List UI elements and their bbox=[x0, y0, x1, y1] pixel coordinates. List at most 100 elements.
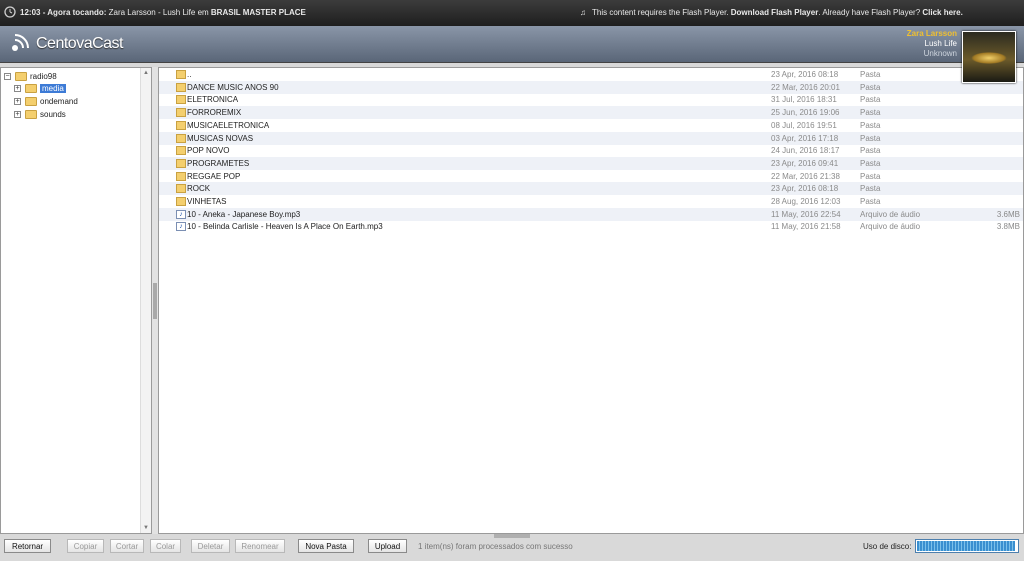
folder-icon bbox=[176, 95, 186, 105]
album-cover bbox=[962, 31, 1016, 83]
file-type: Pasta bbox=[860, 197, 881, 206]
folder-tree[interactable]: − radio98 + media + ondemand + sounds ▲ … bbox=[0, 67, 152, 534]
file-row[interactable]: POP NOVO 24 Jun, 2016 18:17 Pasta bbox=[159, 144, 1023, 157]
expand-icon[interactable]: + bbox=[14, 84, 21, 92]
colar-button[interactable]: Colar bbox=[150, 539, 181, 553]
music-note-icon: ♫ bbox=[580, 8, 586, 17]
file-row[interactable]: FORROREMIX 25 Jun, 2016 19:06 Pasta bbox=[159, 106, 1023, 120]
file-name: 10 - Belinda Carlisle - Heaven Is A Plac… bbox=[187, 222, 383, 232]
click-here-link[interactable]: Click here. bbox=[922, 8, 962, 17]
tree-root-label[interactable]: radio98 bbox=[30, 72, 57, 81]
app-header: CentovaCast Zara Larsson Lush Life Unkno… bbox=[0, 26, 1024, 83]
flash-requirement-text: This content requires the Flash Player. bbox=[592, 8, 731, 17]
nova-pasta-button[interactable]: Nova Pasta bbox=[298, 539, 354, 553]
expand-icon[interactable]: + bbox=[14, 110, 21, 118]
file-row[interactable]: PROGRAMETES 23 Apr, 2016 09:41 Pasta bbox=[159, 156, 1023, 170]
deletar-button[interactable]: Deletar bbox=[191, 539, 230, 553]
expand-icon[interactable]: + bbox=[14, 97, 21, 105]
scroll-up-icon[interactable]: ▲ bbox=[143, 70, 149, 76]
file-date: 23 Apr, 2016 08:18 bbox=[771, 70, 839, 79]
folder-icon bbox=[176, 82, 186, 92]
upload-button[interactable]: Upload bbox=[368, 539, 407, 553]
tree-item-label[interactable]: sounds bbox=[40, 110, 66, 119]
tree-item-label[interactable]: media bbox=[40, 83, 66, 93]
folder-icon bbox=[25, 96, 37, 106]
download-flash-link[interactable]: Download Flash Player bbox=[731, 8, 819, 17]
now-playing-label: - Agora tocando: bbox=[40, 8, 109, 17]
file-list[interactable]: .. 23 Apr, 2016 08:18 Pasta DANCE MUSIC ANO… bbox=[158, 67, 1024, 534]
file-row[interactable]: ♪ 10 - Aneka - Japanese Boy.mp3 11 May, 20… bbox=[159, 207, 1023, 221]
file-row[interactable]: VINHETAS 28 Aug, 2016 12:03 Pasta bbox=[159, 195, 1023, 208]
file-type: Pasta bbox=[860, 82, 881, 92]
tree-scrollbar[interactable]: ▲ ▼ bbox=[140, 68, 151, 533]
file-date: 25 Jun, 2016 19:06 bbox=[771, 108, 840, 118]
file-row[interactable]: DANCE MUSIC ANOS 90 22 Mar, 2016 20:01 Pas… bbox=[159, 80, 1023, 94]
file-type: Pasta bbox=[860, 108, 881, 118]
renomear-button[interactable]: Renomear bbox=[235, 539, 285, 553]
folder-icon bbox=[176, 158, 186, 168]
cortar-button[interactable]: Cortar bbox=[110, 539, 144, 553]
status-message: 1 item(ns) foram processados com sucesso bbox=[418, 542, 573, 551]
bottom-toolbar: Retornar Copiar Cortar Colar Deletar Ren… bbox=[0, 538, 1024, 561]
now-playing-text: 12:03 - Agora tocando: Zara Larsson - Lu… bbox=[20, 8, 306, 17]
station-name: BRASIL MASTER PLACE bbox=[210, 8, 306, 17]
collapse-icon[interactable]: − bbox=[4, 72, 11, 80]
now-playing-bar: 12:03 - Agora tocando: Zara Larsson - Lu… bbox=[0, 0, 1024, 26]
file-row[interactable]: ROCK 23 Apr, 2016 08:18 Pasta bbox=[159, 182, 1023, 196]
file-type: Arquivo de áudio bbox=[860, 209, 921, 219]
file-type: Pasta bbox=[860, 184, 881, 194]
file-type: Pasta bbox=[860, 70, 881, 79]
brand-name: CentovaCast bbox=[36, 35, 124, 52]
folder-icon bbox=[176, 197, 186, 206]
current-song: Zara Larsson - Lush Life bbox=[108, 8, 196, 17]
tree-item-sounds[interactable]: + sounds bbox=[14, 108, 66, 120]
file-name: FORROREMIX bbox=[187, 108, 242, 118]
file-size: 3.6MB bbox=[996, 209, 1020, 219]
file-name: REGGAE POP bbox=[187, 171, 241, 181]
tree-item-media[interactable]: + media bbox=[14, 82, 66, 94]
copiar-button[interactable]: Copiar bbox=[67, 539, 104, 553]
file-name: DANCE MUSIC ANOS 90 bbox=[187, 82, 279, 92]
file-row[interactable]: MUSICAELETRONICA 08 Jul, 2016 19:51 Pasta bbox=[159, 119, 1023, 132]
file-name: VINHETAS bbox=[187, 197, 227, 206]
folder-icon bbox=[176, 108, 186, 118]
folder-icon bbox=[176, 133, 186, 143]
splitter-grip[interactable] bbox=[153, 283, 157, 319]
tree-item-label[interactable]: ondemand bbox=[40, 97, 78, 106]
file-type: Pasta bbox=[860, 133, 881, 143]
folder-icon bbox=[25, 109, 37, 119]
tree-root[interactable]: − radio98 bbox=[4, 70, 57, 82]
song-album: Unknown bbox=[923, 49, 957, 58]
audio-file-icon: ♪ bbox=[176, 222, 186, 232]
em-label: em bbox=[195, 8, 211, 17]
folder-icon bbox=[25, 83, 37, 93]
file-date: 11 May, 2016 22:54 bbox=[771, 209, 841, 219]
centovacast-logo: CentovaCast bbox=[6, 30, 124, 58]
retornar-button[interactable]: Retornar bbox=[4, 539, 51, 553]
disk-usage-fill bbox=[917, 541, 1015, 551]
file-name: MUSICAS NOVAS bbox=[187, 133, 254, 143]
file-row[interactable]: MUSICAS NOVAS 03 Apr, 2016 17:18 Pasta bbox=[159, 131, 1023, 145]
file-name: ELETRONICA bbox=[187, 95, 239, 105]
file-row[interactable]: REGGAE POP 22 Mar, 2016 21:38 Pasta bbox=[159, 170, 1023, 183]
file-row[interactable]: ELETRONICA 31 Jul, 2016 18:31 Pasta bbox=[159, 93, 1023, 106]
tree-item-ondemand[interactable]: + ondemand bbox=[14, 95, 78, 107]
folder-icon bbox=[176, 146, 186, 156]
file-date: 23 Apr, 2016 08:18 bbox=[771, 184, 839, 194]
audio-file-icon: ♪ bbox=[176, 209, 186, 219]
file-date: 08 Jul, 2016 19:51 bbox=[771, 120, 837, 130]
current-time: 12:03 bbox=[20, 8, 41, 17]
cover-art-image bbox=[971, 52, 1007, 64]
file-type: Arquivo de áudio bbox=[860, 222, 921, 232]
file-date: 22 Mar, 2016 21:38 bbox=[771, 171, 840, 181]
file-type: Pasta bbox=[860, 146, 881, 156]
file-date: 23 Apr, 2016 09:41 bbox=[771, 158, 839, 168]
file-date: 31 Jul, 2016 18:31 bbox=[771, 95, 837, 105]
file-row[interactable]: .. 23 Apr, 2016 08:18 Pasta bbox=[159, 68, 1023, 81]
clock-icon bbox=[4, 6, 16, 18]
file-date: 22 Mar, 2016 20:01 bbox=[771, 82, 840, 92]
file-type: Pasta bbox=[860, 158, 881, 168]
file-row[interactable]: ♪ 10 - Belinda Carlisle - Heaven Is A Pla… bbox=[159, 220, 1023, 233]
file-size: 3.8MB bbox=[996, 222, 1020, 232]
scroll-down-icon[interactable]: ▼ bbox=[143, 525, 149, 531]
